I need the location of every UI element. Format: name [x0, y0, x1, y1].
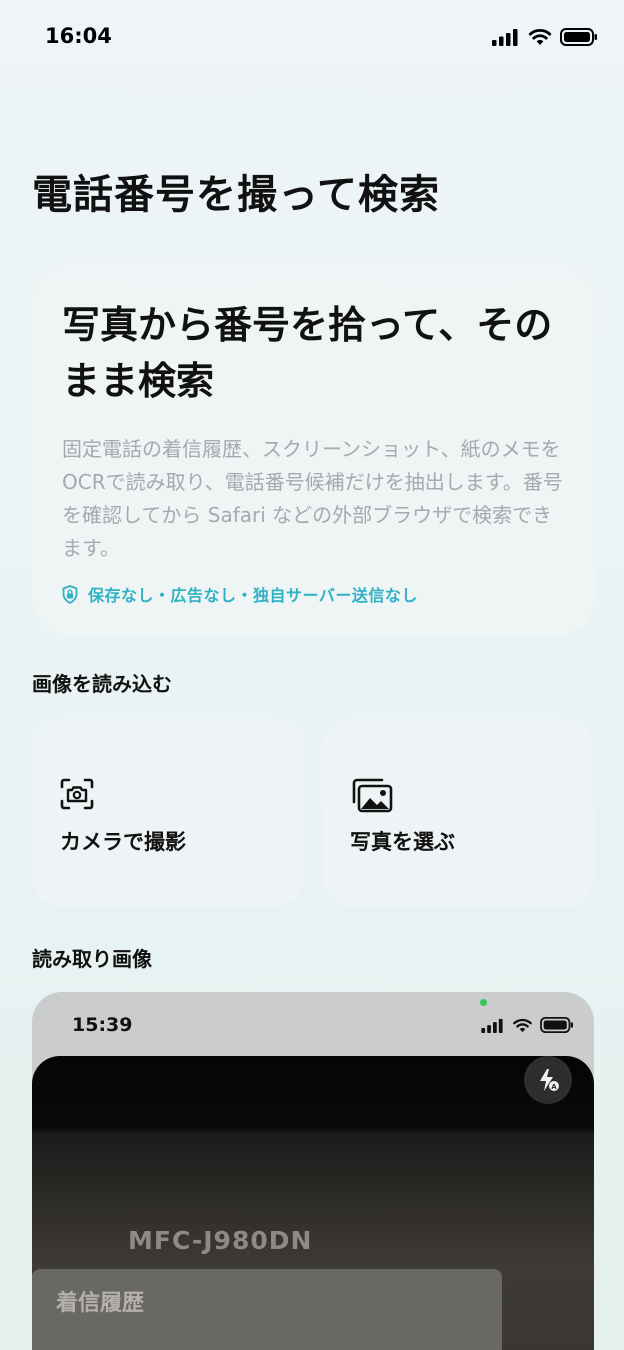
- preview-status-time: 15:39: [72, 1014, 133, 1036]
- status-icons: [492, 28, 598, 46]
- flash-auto-icon: A: [524, 1056, 572, 1104]
- lock-shield-icon: [62, 584, 78, 604]
- battery-icon: [560, 28, 597, 46]
- printer-screen-text: 着信履歴: [56, 1291, 145, 1316]
- photo-picker-button[interactable]: 写真を選ぶ: [322, 718, 594, 908]
- status-bar: 16:04: [0, 0, 624, 72]
- preview-image: 15:39 A MFC-J980DN 着信履歴: [32, 992, 594, 1350]
- camera-viewfinder: A MFC-J980DN 着信履歴: [32, 1056, 594, 1350]
- hero-heading: 写真から番号を拾って、そのまま検索: [62, 303, 553, 403]
- camera-indicator-dot: [480, 999, 487, 1006]
- camera-viewfinder-icon: [60, 778, 94, 814]
- privacy-badge: 保存なし・広告なし・独自サーバー送信なし: [62, 582, 418, 606]
- preview-signal-icon: [481, 1018, 503, 1033]
- camera-button[interactable]: カメラで撮影: [32, 718, 304, 908]
- hero-description: 固定電話の着信履歴、スクリーンショット、紙のメモをOCRで読み取り、電話番号候補…: [62, 437, 563, 560]
- hero-card: 写真から番号を拾って、そのまま検索 固定電話の着信履歴、スクリーンショット、紙の…: [32, 263, 594, 635]
- camera-button-label: カメラで撮影: [60, 830, 186, 854]
- status-time: 16:04: [45, 24, 112, 48]
- section-label-preview: 読み取り画像: [32, 947, 152, 971]
- page-title: 電話番号を撮って検索: [32, 172, 440, 218]
- svg-text:A: A: [551, 1083, 557, 1091]
- wifi-icon: [528, 29, 552, 45]
- privacy-badge-text: 保存なし・広告なし・独自サーバー送信なし: [88, 586, 418, 605]
- printer-model-text: MFC-J980DN: [128, 1226, 313, 1255]
- preview-status-icons: [481, 1017, 574, 1033]
- preview-wifi-icon: [513, 1018, 532, 1032]
- section-label-import: 画像を読み込む: [32, 672, 172, 696]
- preview-battery-icon: [540, 1017, 573, 1033]
- photo-stack-icon: [350, 778, 394, 818]
- photo-picker-button-label: 写真を選ぶ: [350, 830, 455, 854]
- printer-screen: 着信履歴: [32, 1266, 502, 1350]
- cellular-signal-icon: [492, 29, 518, 46]
